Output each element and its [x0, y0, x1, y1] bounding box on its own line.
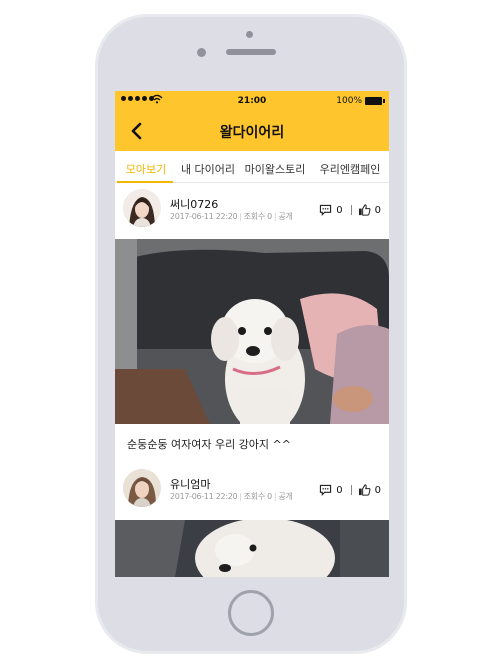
comment-count: 0	[336, 204, 343, 216]
phone-sensor	[197, 48, 206, 57]
post-header: 유니엄마 2017-06-11 22:20 | 조회수 0 | 공개 0 0	[115, 463, 389, 517]
post-visibility: 공개	[278, 212, 293, 221]
post-caption: 순둥순둥 여자여자 우리 강아지 ^^	[127, 438, 291, 451]
post-datetime: 2017-06-11 22:20	[170, 212, 238, 221]
thumbs-up-icon[interactable]	[358, 204, 371, 216]
like-count: 0	[374, 484, 381, 496]
post-datetime: 2017-06-11 22:20	[170, 492, 238, 501]
tab-bar: 모아보기 내 다이어리 마이왈스토리 우리엔캠페인	[115, 151, 389, 183]
avatar[interactable]	[123, 469, 161, 507]
post-stats: 0 0	[319, 484, 381, 496]
comment-count: 0	[336, 484, 343, 496]
nav-bar: 왈다이어리	[115, 111, 389, 151]
post-author[interactable]: 유니엄마	[170, 476, 210, 492]
phone-camera	[246, 31, 253, 38]
post-photo[interactable]	[115, 520, 389, 577]
page-title: 왈다이어리	[219, 125, 285, 141]
post-item: 유니엄마 2017-06-11 22:20 | 조회수 0 | 공개 0 0	[115, 463, 389, 517]
tab-campaign[interactable]: 우리엔캠페인	[311, 151, 389, 182]
tab-gallery[interactable]: 모아보기	[115, 151, 177, 182]
post-header: 써니0726 2017-06-11 22:20 | 조회수 0 | 공개 0 0	[115, 183, 389, 237]
comment-icon[interactable]	[319, 204, 332, 216]
phone-speaker	[226, 49, 276, 55]
battery-icon	[365, 97, 385, 105]
thumbs-up-icon[interactable]	[358, 484, 371, 496]
home-button[interactable]	[228, 590, 274, 636]
comment-icon[interactable]	[319, 484, 332, 496]
app-screen: 21:00 100% 왈다이어리 모아보기 내 다이어리 마이왈스토리 우리엔캠…	[115, 91, 389, 577]
post-meta: 2017-06-11 22:20 | 조회수 0 | 공개	[170, 212, 293, 221]
post-meta: 2017-06-11 22:20 | 조회수 0 | 공개	[170, 492, 293, 501]
post-stats: 0 0	[319, 204, 381, 216]
like-count: 0	[374, 204, 381, 216]
post-views: 조회수 0	[243, 212, 273, 221]
post-views: 조회수 0	[243, 492, 273, 501]
post-photo[interactable]	[115, 239, 389, 424]
tab-my-diary[interactable]: 내 다이어리	[177, 151, 239, 182]
tab-my-story[interactable]: 마이왈스토리	[239, 151, 311, 182]
avatar[interactable]	[123, 189, 161, 227]
post-visibility: 공개	[278, 492, 293, 501]
status-bar: 21:00 100%	[115, 91, 389, 111]
post-author[interactable]: 써니0726	[170, 196, 218, 212]
battery-percent: 100%	[336, 96, 362, 106]
